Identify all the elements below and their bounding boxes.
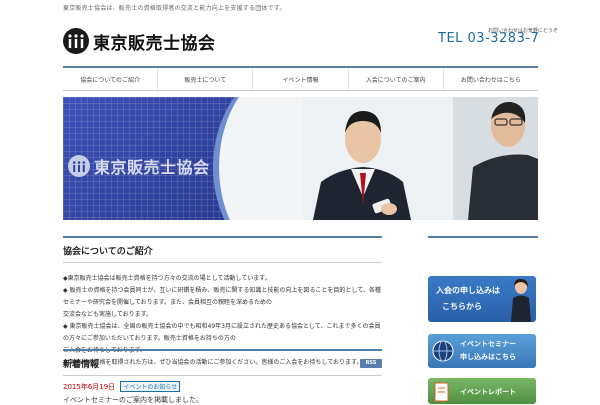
nav-item-hanbaishi[interactable]: 販売士について <box>158 68 254 90</box>
nav-item-join[interactable]: 入会についてのご案内 <box>349 68 444 90</box>
nav-item-contact[interactable]: お問い合わせはこちら <box>444 68 538 90</box>
about-bullet: ◆ 販売士の資格を持つ会員同士が、互いに研鑽を積み、販売に関する知識と技能の向上… <box>63 287 381 306</box>
news-headline[interactable]: イベントセミナーのご案内を掲載しました。 <box>63 395 382 405</box>
news-date: 2015年6月19日 <box>63 383 116 391</box>
global-nav: 協会についてのご紹介 販売士について イベント情報 入会についてのご案内 お問い… <box>63 66 538 91</box>
news-section: 新着情報 RSS 2015年6月19日 イベントのお知らせ イベントセミナーのご… <box>63 349 382 405</box>
sidebar-top-rule <box>428 236 538 238</box>
about-heading: 協会についてのご紹介 <box>63 236 382 263</box>
tel-number[interactable]: TEL 03-3283-752 <box>438 31 538 46</box>
news-category-badge[interactable]: イベントのお知らせ <box>120 381 181 392</box>
hero-logo-text: 東京販売士協会 <box>94 158 210 177</box>
document-icon <box>434 382 449 402</box>
event-report-banner[interactable]: イベントレポート <box>428 378 536 404</box>
seminar-banner-line1: イベントセミナー <box>460 340 516 348</box>
seminar-banner-line2: 申し込みはこちら <box>460 353 516 361</box>
about-bullet: ◆東京販売士協会は販売士資格を持つ方々の交流の場として活動しています。 <box>63 275 271 282</box>
news-title: 新着情報 <box>63 359 100 370</box>
nav-item-events[interactable]: イベント情報 <box>253 68 349 90</box>
nav-item-about[interactable]: 協会についてのご紹介 <box>63 68 159 90</box>
hero-photo-businessmen <box>303 97 538 220</box>
rss-button[interactable]: RSS <box>360 358 382 368</box>
site-tagline: 東京販売士協会は、販売士の資格取得者の交流と能力向上を支援する団体です。 <box>63 5 286 12</box>
hero-logo-mark-icon <box>68 155 90 177</box>
about-bullet: ◆ 東京販売士協会は、全国の販売士協会の中でも昭和49年3月に設立された歴史ある… <box>63 323 381 342</box>
event-report-banner-line1: イベントレポート <box>460 388 516 396</box>
news-item: 2015年6月19日 イベントのお知らせ <box>63 381 382 392</box>
logo-text: 東京販売士協会 <box>93 33 216 54</box>
about-title: 協会についてのご紹介 <box>63 246 153 257</box>
join-banner-line2: こちらから <box>442 302 482 311</box>
globe-icon <box>432 340 454 362</box>
hero-banner: 東京販売士協会 <box>63 97 538 220</box>
about-bullet: 交流会なども実施しております。 <box>63 311 153 318</box>
join-banner-line1: 入会の申し込みは <box>436 286 500 295</box>
hero-logo: 東京販売士協会 <box>68 154 210 178</box>
seminar-banner[interactable]: イベントセミナー 申し込みはこちら <box>428 334 536 368</box>
logo-mark-icon <box>63 28 89 54</box>
join-banner[interactable]: 入会の申し込みは こちらから <box>428 276 536 322</box>
news-heading: 新着情報 RSS <box>63 349 382 376</box>
site-logo[interactable]: 東京販売士協会 <box>63 28 216 54</box>
businesswoman-icon <box>511 278 531 322</box>
